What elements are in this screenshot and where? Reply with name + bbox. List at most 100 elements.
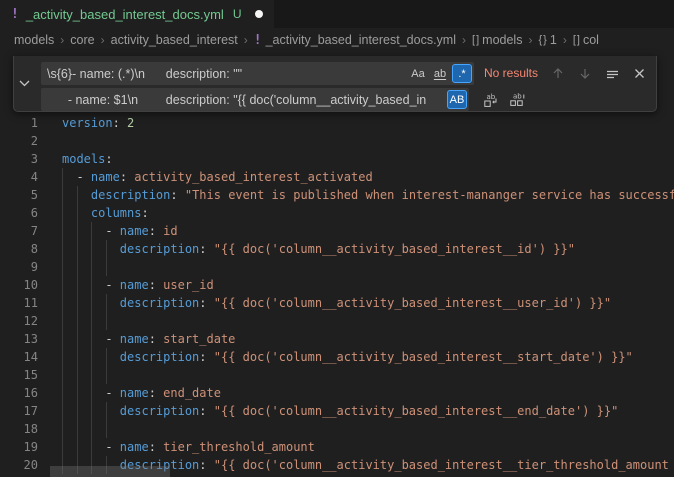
previous-match-button[interactable] [549, 65, 567, 83]
code-editor[interactable]: 1version: 223models:4 - name: activity_b… [0, 52, 674, 477]
line-number[interactable]: 11 [0, 294, 38, 312]
line-content[interactable]: - name: activity_based_interest_activate… [38, 168, 373, 186]
code-line: 16 - name: end_date [0, 384, 674, 402]
line-content[interactable] [38, 366, 62, 384]
line-content[interactable]: - name: tier_threshold_amount [38, 438, 315, 456]
replace-all-button[interactable]: ab [508, 91, 526, 109]
replace-one-button[interactable]: ab [482, 91, 500, 109]
yaml-file-icon: ! [254, 33, 262, 48]
line-number[interactable]: 10 [0, 276, 38, 294]
line-content[interactable]: description: "This event is published wh… [38, 186, 674, 204]
breadcrumb-separator-icon: › [244, 33, 248, 47]
line-content[interactable]: - name: start_date [38, 330, 235, 348]
line-content[interactable] [38, 258, 62, 276]
close-find-widget-button[interactable] [630, 65, 648, 83]
line-content[interactable] [38, 132, 62, 150]
line-content[interactable]: columns: [38, 204, 149, 222]
replace-input[interactable]: - name: $1\n description: "{{ doc('colum… [41, 88, 469, 111]
replace-action-buttons: ab ab [482, 88, 526, 111]
toggle-replace-chevron-icon[interactable] [14, 56, 34, 111]
whole-word-button[interactable]: ab [430, 64, 450, 83]
line-content[interactable]: description: "{{ doc('column__activity_b… [38, 240, 575, 258]
tab-bar: ! _activity_based_interest_docs.yml U [0, 0, 674, 28]
line-number[interactable]: 12 [0, 312, 38, 330]
breadcrumb-item-_activity_based_interest_docs.yml[interactable]: ! _activity_based_interest_docs.yml [254, 33, 456, 48]
code-line: 12 [0, 312, 674, 330]
line-number[interactable]: 6 [0, 204, 38, 222]
breadcrumb-item-1[interactable]: { } 1 [538, 33, 556, 47]
symbol-kind-icon: { } [538, 34, 545, 46]
line-number[interactable]: 14 [0, 348, 38, 366]
replace-value-text[interactable]: - name: $1\n description: "{{ doc('colum… [41, 93, 447, 107]
breadcrumb-label: 1 [550, 33, 557, 47]
regex-button[interactable]: .* [452, 64, 472, 83]
line-number[interactable]: 4 [0, 168, 38, 186]
breadcrumb-item-models[interactable]: [ ]models [472, 33, 522, 47]
line-number[interactable]: 1 [0, 114, 38, 132]
breadcrumb-label: models [482, 33, 522, 47]
line-number[interactable]: 3 [0, 150, 38, 168]
line-content[interactable]: models: [38, 150, 113, 168]
code-line: 6 columns: [0, 204, 674, 222]
line-content[interactable]: version: 2 [38, 114, 134, 132]
find-query-text[interactable]: \s{6}- name: (.*)\n description: "" [41, 67, 408, 81]
modified-indicator-icon[interactable] [255, 10, 263, 18]
line-number[interactable]: 19 [0, 438, 38, 456]
line-content[interactable]: description: "{{ doc('column__activity_b… [38, 348, 633, 366]
breadcrumb-item-activity_based_interest[interactable]: activity_based_interest [111, 33, 238, 47]
line-number[interactable]: 5 [0, 186, 38, 204]
line-content[interactable]: description: "{{ doc('column__activity_b… [38, 294, 611, 312]
code-line: 11 description: "{{ doc('column__activit… [0, 294, 674, 312]
yaml-file-icon: ! [11, 7, 19, 22]
line-number[interactable]: 15 [0, 366, 38, 384]
line-content[interactable]: - name: id [38, 222, 178, 240]
code-line: 1version: 2 [0, 114, 674, 132]
code-line: 5 description: "This event is published … [0, 186, 674, 204]
line-number[interactable]: 7 [0, 222, 38, 240]
code-line: 18 [0, 420, 674, 438]
tab-filename: _activity_based_interest_docs.yml [26, 7, 224, 22]
breadcrumb-separator-icon: › [101, 33, 105, 47]
find-replace-widget: \s{6}- name: (.*)\n description: "" Aa a… [13, 56, 657, 112]
breadcrumb-item-models[interactable]: models [14, 33, 54, 47]
line-number[interactable]: 13 [0, 330, 38, 348]
find-input[interactable]: \s{6}- name: (.*)\n description: "" Aa a… [41, 62, 474, 85]
vscode-window: ! _activity_based_interest_docs.yml U mo… [0, 0, 674, 477]
tab-activity-based-interest-docs[interactable]: ! _activity_based_interest_docs.yml U [0, 0, 274, 28]
line-content[interactable]: description: "{{ doc('column__activity_b… [38, 402, 618, 420]
line-content[interactable] [38, 312, 62, 330]
line-number[interactable]: 20 [0, 456, 38, 474]
breadcrumb-separator-icon: › [563, 33, 567, 47]
breadcrumb-label: _activity_based_interest_docs.yml [266, 33, 456, 47]
next-match-button[interactable] [576, 65, 594, 83]
find-results-text: No results [484, 62, 538, 85]
breadcrumb-separator-icon: › [60, 33, 64, 47]
line-content[interactable]: - name: user_id [38, 276, 214, 294]
line-number[interactable]: 16 [0, 384, 38, 402]
find-in-selection-button[interactable] [603, 65, 621, 83]
breadcrumb-separator-icon: › [528, 33, 532, 47]
line-number[interactable]: 2 [0, 132, 38, 150]
line-content[interactable] [38, 420, 62, 438]
code-line: 7 - name: id [0, 222, 674, 240]
horizontal-scrollbar[interactable] [50, 466, 170, 477]
match-case-button[interactable]: Aa [408, 64, 428, 83]
line-number[interactable]: 18 [0, 420, 38, 438]
code-line: 8 description: "{{ doc('column__activity… [0, 240, 674, 258]
line-number[interactable]: 8 [0, 240, 38, 258]
breadcrumb-label: col [583, 33, 599, 47]
whole-word-label: ab [434, 68, 446, 80]
breadcrumb-item-core[interactable]: core [70, 33, 94, 47]
line-number[interactable]: 17 [0, 402, 38, 420]
symbol-kind-icon: [ ] [573, 34, 579, 46]
line-content[interactable]: - name: end_date [38, 384, 221, 402]
preserve-case-button[interactable]: AB [447, 90, 467, 109]
code-area: 1version: 223models:4 - name: activity_b… [0, 114, 674, 474]
code-line: 4 - name: activity_based_interest_activa… [0, 168, 674, 186]
breadcrumb-item-col[interactable]: [ ] col [573, 33, 599, 47]
breadcrumb-label: core [70, 33, 94, 47]
line-number[interactable]: 9 [0, 258, 38, 276]
code-line: 17 description: "{{ doc('column__activit… [0, 402, 674, 420]
code-line: 10 - name: user_id [0, 276, 674, 294]
svg-text:ab: ab [487, 93, 496, 101]
